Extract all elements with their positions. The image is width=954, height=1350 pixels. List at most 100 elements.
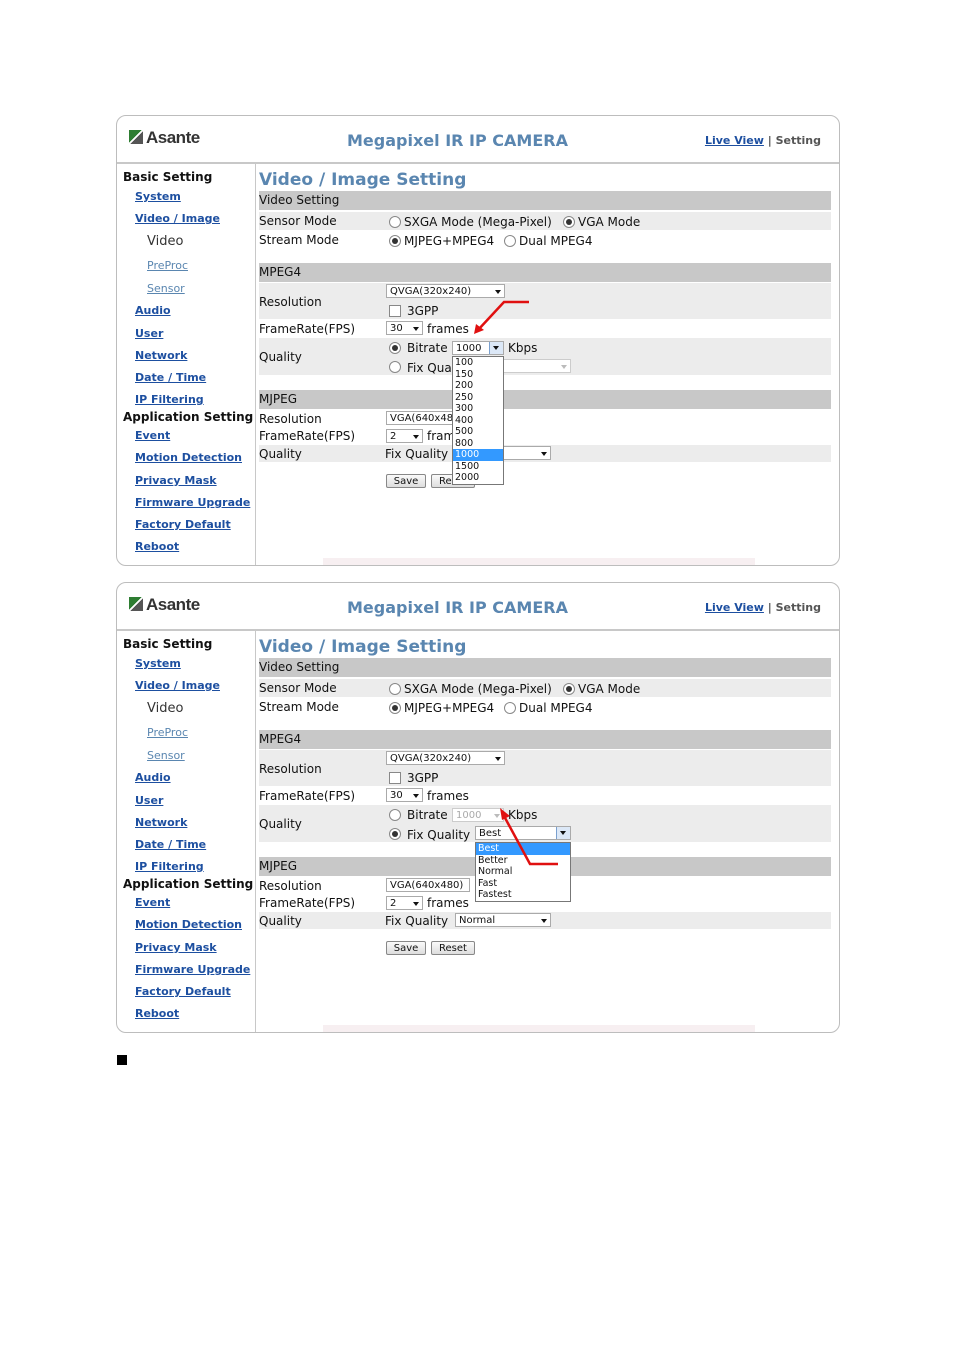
mjpeg-quality-select[interactable]: Normal	[455, 913, 551, 927]
sidebar-item-user[interactable]: User	[135, 794, 163, 807]
bitrate-option[interactable]: 800	[453, 438, 503, 450]
top-links: Live View | Setting	[704, 601, 821, 614]
mjpeg-quality-label: Quality	[259, 914, 302, 928]
sidebar-item-firmware-upgrade[interactable]: Firmware Upgrade	[135, 496, 250, 509]
mjpeg-resolution-select[interactable]: VGA(640x480)	[386, 878, 470, 892]
fix-quality-radio[interactable]	[389, 828, 401, 840]
mpeg4-fps-select[interactable]: 30	[386, 321, 423, 335]
bitrate-select[interactable]: 1000	[452, 341, 504, 355]
sidebar-item-event[interactable]: Event	[135, 896, 170, 909]
sidebar-item-reboot[interactable]: Reboot	[135, 540, 179, 553]
bitrate-option[interactable]: 300	[453, 403, 503, 415]
stream-dual-mpeg4-radio[interactable]	[504, 702, 516, 714]
mjpeg-fps-select[interactable]: 2	[386, 429, 423, 443]
live-view-link[interactable]: Live View	[705, 134, 764, 147]
sidebar-item-network[interactable]: Network	[135, 349, 187, 362]
video-setting-bar: Video Setting	[259, 191, 831, 210]
sidebar-item-system[interactable]: System	[135, 657, 181, 670]
bitrate-option[interactable]: 100	[453, 357, 503, 369]
sidebar-item-privacy-mask[interactable]: Privacy Mask	[135, 474, 217, 487]
sensor-sxga-radio[interactable]	[389, 216, 401, 228]
basic-setting-heading: Basic Setting	[123, 170, 213, 184]
bitrate-option[interactable]: 200	[453, 380, 503, 392]
bitrate-option[interactable]: 2000	[453, 472, 503, 484]
sidebar-item-audio[interactable]: Audio	[135, 304, 171, 317]
sidebar-item-system[interactable]: System	[135, 190, 181, 203]
bitrate-option[interactable]: 250	[453, 392, 503, 404]
reset-button[interactable]: Reset	[431, 941, 475, 955]
mpeg4-resolution-label: Resolution	[259, 295, 322, 309]
save-button[interactable]: Save	[386, 474, 426, 488]
bitrate-option[interactable]: 1500	[453, 461, 503, 473]
sidebar-item-firmware-upgrade[interactable]: Firmware Upgrade	[135, 963, 250, 976]
mpeg4-resolution-label: Resolution	[259, 762, 322, 776]
asante-logo: Asante	[129, 128, 200, 148]
sidebar-item-audio[interactable]: Audio	[135, 771, 171, 784]
3gpp-checkbox[interactable]	[389, 772, 401, 784]
sidebar-item-privacy-mask[interactable]: Privacy Mask	[135, 941, 217, 954]
bitrate-option[interactable]: 400	[453, 415, 503, 427]
bitrate-option[interactable]: 1000	[453, 449, 503, 461]
sidebar-item-motion-detection[interactable]: Motion Detection	[135, 451, 242, 464]
sensor-vga-radio[interactable]	[563, 683, 575, 695]
sidebar-item-user[interactable]: User	[135, 327, 163, 340]
annotation-arrow-1	[474, 300, 529, 334]
mpeg4-quality-label: Quality	[259, 350, 302, 364]
footer-strip	[323, 558, 755, 565]
sidebar-item-factory-default[interactable]: Factory Default	[135, 985, 231, 998]
sidebar-item-sensor[interactable]: Sensor	[147, 749, 185, 762]
fix-quality-radio[interactable]	[389, 361, 401, 373]
sidebar-item-video-image[interactable]: Video / Image	[135, 212, 220, 225]
bitrate-dropdown-list[interactable]: 100 150 200 250 300 400 500 800 1000 1500 2000	[452, 356, 504, 485]
camera-settings-panel-2: Asante Megapixel IR IP CAMERA Live View …	[116, 582, 840, 1033]
mjpeg-fps-select[interactable]: 2	[386, 896, 423, 910]
mpeg4-framerate-label: FrameRate(FPS)	[259, 789, 356, 803]
save-button[interactable]: Save	[386, 941, 426, 955]
mpeg4-resolution-row	[259, 283, 831, 319]
stream-dual-mpeg4-radio[interactable]	[504, 235, 516, 247]
mjpeg-resolution-label: Resolution	[259, 412, 322, 426]
asante-logo: Asante	[129, 595, 200, 615]
sidebar-item-preproc[interactable]: PreProc	[147, 259, 188, 272]
sidebar-item-motion-detection[interactable]: Motion Detection	[135, 918, 242, 931]
sidebar-item-event[interactable]: Event	[135, 429, 170, 442]
asante-logo-icon	[129, 130, 143, 144]
application-setting-heading: Application Setting	[123, 877, 254, 891]
sidebar-item-factory-default[interactable]: Factory Default	[135, 518, 231, 531]
mpeg4-resolution-row	[259, 750, 831, 786]
stream-mode-label: Stream Mode	[259, 233, 339, 247]
camera-title: Megapixel IR IP CAMERA	[347, 598, 568, 617]
video-setting-bar: Video Setting	[259, 658, 831, 677]
sidebar-item-network[interactable]: Network	[135, 816, 187, 829]
mpeg4-fps-select[interactable]: 30	[386, 788, 423, 802]
quality-option[interactable]: Fastest	[476, 889, 570, 901]
sidebar-item-sensor[interactable]: Sensor	[147, 282, 185, 295]
sidebar-item-date-time[interactable]: Date / Time	[135, 371, 206, 384]
bitrate-option[interactable]: 150	[453, 369, 503, 381]
mpeg4-quality-label: Quality	[259, 817, 302, 831]
3gpp-checkbox[interactable]	[389, 305, 401, 317]
stream-mjpeg-mpeg4-radio[interactable]	[389, 702, 401, 714]
mjpeg-resolution-label: Resolution	[259, 879, 322, 893]
sidebar-item-ip-filtering[interactable]: IP Filtering	[135, 393, 204, 406]
sidebar-item-ip-filtering[interactable]: IP Filtering	[135, 860, 204, 873]
mjpeg-quality-label: Quality	[259, 447, 302, 461]
page-title: Video / Image Setting	[259, 637, 467, 657]
mpeg4-resolution-select[interactable]: QVGA(320x240)	[386, 751, 505, 765]
bitrate-radio[interactable]	[389, 342, 401, 354]
sidebar-item-video-image[interactable]: Video / Image	[135, 679, 220, 692]
sidebar-item-date-time[interactable]: Date / Time	[135, 838, 206, 851]
live-view-link[interactable]: Live View	[705, 601, 764, 614]
bitrate-radio[interactable]	[389, 809, 401, 821]
sidebar-item-preproc[interactable]: PreProc	[147, 726, 188, 739]
application-setting-heading: Application Setting	[123, 410, 254, 424]
sensor-sxga-radio[interactable]	[389, 683, 401, 695]
bitrate-option[interactable]: 500	[453, 426, 503, 438]
stream-mjpeg-mpeg4-radio[interactable]	[389, 235, 401, 247]
sensor-vga-radio[interactable]	[563, 216, 575, 228]
sensor-mode-label: Sensor Mode	[259, 214, 337, 228]
header-bar: Asante Megapixel IR IP CAMERA Live View …	[117, 583, 839, 631]
sidebar-item-reboot[interactable]: Reboot	[135, 1007, 179, 1020]
quality-option[interactable]: Fast	[476, 878, 570, 890]
annotation-arrow-2	[500, 808, 558, 866]
